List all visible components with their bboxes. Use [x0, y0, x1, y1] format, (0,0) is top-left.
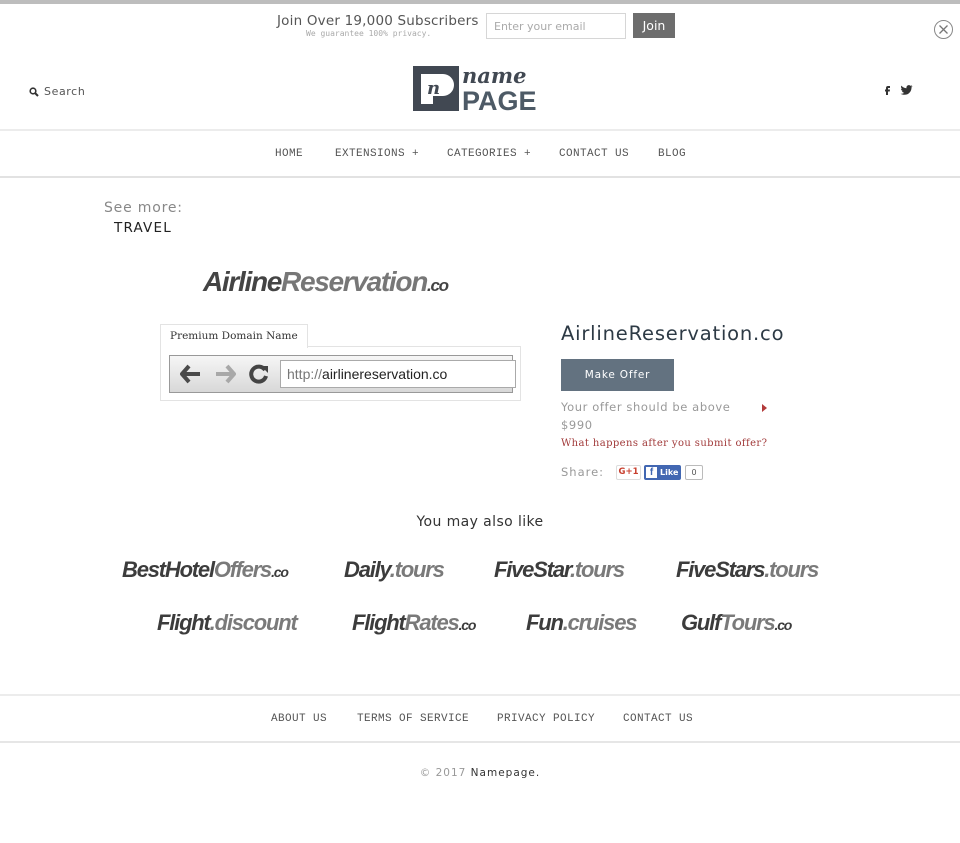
- reload-icon: [249, 364, 268, 384]
- nav-item-categories[interactable]: CATEGORIES +: [447, 148, 531, 160]
- offer-minimum-text: Your offer should be above: [561, 400, 731, 414]
- social-links: [884, 85, 913, 95]
- domain-logo-tld: .co: [427, 276, 449, 295]
- recommendation-item[interactable]: FiveStar.tours: [494, 557, 625, 583]
- share-label: Share:: [561, 465, 605, 479]
- logo-mark: n name PAGE: [413, 63, 537, 116]
- nav-item-blog[interactable]: BLOG: [658, 148, 686, 160]
- subscribe-join-button[interactable]: Join: [633, 13, 675, 38]
- what-happens-link[interactable]: What happens after you submit offer?: [561, 438, 767, 449]
- recommendation-item[interactable]: GulfTours.co: [681, 610, 792, 636]
- recommendation-item[interactable]: BestHotelOffers.co: [122, 557, 289, 583]
- recommendation-item[interactable]: Fun.cruises: [526, 610, 637, 636]
- offer-minimum-price: $990: [561, 418, 593, 432]
- domain-logo: AirlineReservation.co: [203, 266, 449, 298]
- subscribe-title: Join Over 19,000 Subscribers: [277, 13, 479, 29]
- preview-panel: http://airlinereservation.co: [160, 346, 521, 401]
- footer-nav: ABOUT US TERMS OF SERVICE PRIVACY POLICY…: [0, 694, 960, 743]
- search-button[interactable]: Search: [29, 85, 85, 98]
- caret-right-icon: [762, 404, 767, 412]
- svg-text:name: name: [462, 64, 526, 88]
- namepage-logo[interactable]: n name PAGE: [413, 63, 549, 116]
- subscribe-close-button[interactable]: [934, 20, 953, 39]
- facebook-like-label: Like: [660, 468, 679, 477]
- google-plus-button[interactable]: G+1: [616, 465, 641, 480]
- footer-link-contact-us[interactable]: CONTACT US: [623, 713, 693, 725]
- recommendations-heading: You may also like: [416, 514, 544, 530]
- domain-logo-part2: Reservation: [281, 266, 428, 297]
- main-nav: HOME EXTENSIONS + CATEGORIES + CONTACT U…: [0, 129, 960, 178]
- see-more-label: See more:: [104, 200, 183, 216]
- back-arrow-icon: [180, 364, 200, 384]
- search-icon: [29, 86, 39, 97]
- footer-link-terms-of-service[interactable]: TERMS OF SERVICE: [357, 713, 469, 725]
- search-label: Search: [44, 85, 86, 98]
- recommendation-item[interactable]: Daily.tours: [344, 557, 445, 583]
- browser-url-bar: http://airlinereservation.co: [280, 360, 516, 388]
- nav-item-home[interactable]: HOME: [275, 148, 303, 160]
- copyright: © 2017 Namepage.: [0, 767, 960, 779]
- subscribe-email-input[interactable]: [486, 13, 626, 39]
- tab-premium-domain-name[interactable]: Premium Domain Name: [160, 324, 308, 348]
- recommendation-item[interactable]: FlightRates.co: [352, 610, 476, 636]
- category-link-travel[interactable]: TRAVEL: [114, 220, 172, 236]
- facebook-icon[interactable]: [884, 85, 890, 95]
- copyright-brand-link[interactable]: Namepage.: [471, 767, 541, 779]
- forward-arrow-icon: [216, 364, 236, 384]
- subscribe-bar: Join Over 19,000 Subscribers We guarante…: [0, 4, 960, 48]
- nav-item-contact-us[interactable]: CONTACT US: [559, 148, 629, 160]
- facebook-like-count: 0: [685, 465, 703, 480]
- product-title: AirlineReservation.co: [561, 322, 785, 345]
- nav-item-extensions[interactable]: EXTENSIONS +: [335, 148, 419, 160]
- close-icon: [939, 25, 948, 34]
- facebook-like-button[interactable]: f Like: [644, 465, 681, 480]
- subscribe-privacy-note: We guarantee 100% privacy.: [306, 29, 432, 38]
- footer-link-privacy-policy[interactable]: PRIVACY POLICY: [497, 713, 595, 725]
- recommendation-item[interactable]: Flight.discount: [157, 610, 298, 636]
- svg-text:PAGE: PAGE: [462, 86, 537, 112]
- domain-logo-part1: Airline: [203, 266, 282, 297]
- svg-text:n: n: [427, 78, 440, 99]
- recommendation-item[interactable]: FiveStars.tours: [676, 557, 819, 583]
- twitter-icon[interactable]: [900, 85, 913, 95]
- copyright-text: © 2017: [419, 767, 467, 779]
- facebook-icon: f: [646, 467, 657, 478]
- browser-mockup: http://airlinereservation.co: [169, 355, 516, 393]
- make-offer-button[interactable]: Make Offer: [561, 359, 674, 391]
- domain-preview: http://airlinereservation.co Premium Dom…: [160, 324, 521, 401]
- footer-link-about-us[interactable]: ABOUT US: [271, 713, 327, 725]
